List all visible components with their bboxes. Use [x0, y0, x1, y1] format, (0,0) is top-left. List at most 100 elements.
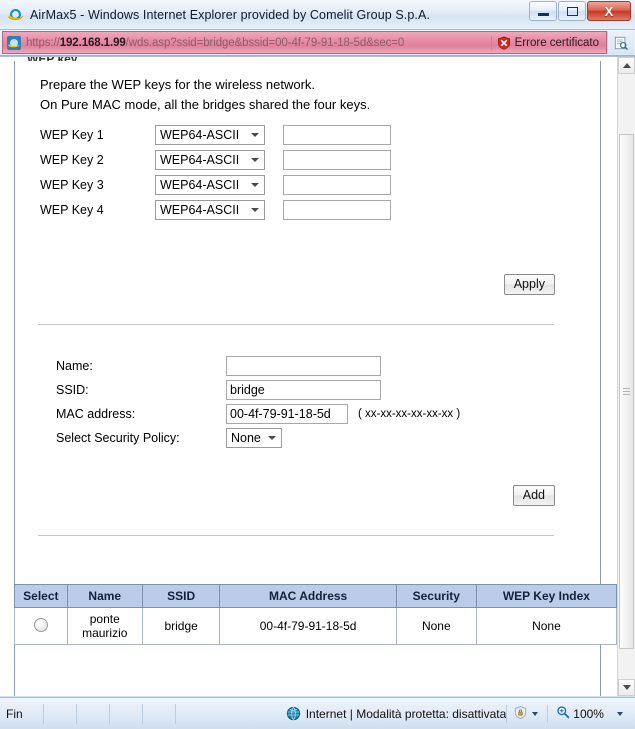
wep-key-3-label: WEP Key 3 — [40, 178, 104, 192]
scrollbar-track[interactable] — [618, 74, 635, 679]
security-policy-value: None — [231, 431, 261, 445]
ie-page-icon — [6, 35, 22, 51]
window-controls: X — [528, 1, 631, 21]
column-header-wep-key-index: WEP Key Index — [475, 584, 617, 608]
row-ssid: bridge — [141, 607, 221, 645]
intro-text: Prepare the WEP keys for the wireless ne… — [40, 75, 370, 115]
wep-key-1-input[interactable] — [283, 125, 391, 145]
chevron-down-icon — [532, 711, 539, 716]
close-button[interactable]: X — [587, 1, 631, 21]
add-bridge-form: Name: SSID: bridge MAC address: 00-4f-79… — [56, 354, 460, 450]
security-zone-icon — [513, 705, 528, 723]
security-policy-select[interactable]: None — [226, 428, 282, 448]
zoom-control[interactable]: 100% — [547, 705, 627, 722]
mac-format-hint: ( xx-xx-xx-xx-xx-xx ) — [358, 408, 461, 420]
url-host: 192.168.1.99 — [59, 36, 126, 49]
column-header-name: Name — [66, 584, 143, 608]
window-title: AirMax5 - Windows Internet Explorer prov… — [30, 7, 431, 22]
divider-top — [38, 324, 554, 325]
chevron-down-icon — [616, 711, 623, 716]
page-search-icon[interactable] — [607, 31, 634, 54]
chevron-down-icon — [251, 208, 259, 212]
scroll-down-button[interactable] — [618, 679, 635, 696]
chevron-down-icon — [251, 158, 259, 162]
name-label: Name: — [56, 359, 93, 373]
ssid-row: SSID: bridge — [56, 378, 460, 402]
zoom-level-label: 100% — [573, 706, 604, 721]
security-policy-label: Select Security Policy: — [56, 431, 180, 445]
row-name: ponte maurizio — [66, 607, 143, 645]
row-mac-address: 00-4f-79-91-18-5d — [219, 607, 397, 645]
table-row: ponte maurizio bridge 00-4f-79-91-18-5d … — [14, 607, 617, 645]
wep-key-4-type-select[interactable]: WEP64-ASCII — [155, 200, 265, 220]
wep-key-4-label: WEP Key 4 — [40, 203, 104, 217]
status-spacer-4 — [143, 703, 176, 724]
wep-key-1-type-value: WEP64-ASCII — [160, 128, 240, 142]
ssid-label: SSID: — [56, 383, 89, 397]
table-header-row: Select Name SSID MAC Address Security WE… — [14, 584, 617, 608]
wep-key-row: WEP Key 1 WEP64-ASCII — [40, 123, 391, 147]
intro-line-1: Prepare the WEP keys for the wireless ne… — [40, 77, 316, 92]
minimize-icon — [537, 13, 549, 16]
wep-key-3-type-select[interactable]: WEP64-ASCII — [155, 175, 265, 195]
name-input[interactable] — [226, 356, 381, 376]
intro-line-2: On Pure MAC mode, all the bridges shared… — [40, 97, 371, 112]
zoom-magnifier-icon — [556, 705, 570, 722]
select-radio[interactable] — [33, 617, 48, 632]
status-spacer-2 — [77, 703, 110, 724]
wep-key-row: WEP Key 2 WEP64-ASCII — [40, 148, 391, 172]
security-zone-text: Internet | Modalità protetta: disattivat… — [305, 706, 507, 721]
url-path: /wds.asp?ssid=bridge&bssid=00-4f-79-91-1… — [125, 36, 405, 49]
divider-bottom — [38, 535, 554, 536]
address-url: https://192.168.1.99/wds.asp?ssid=bridge… — [26, 37, 491, 49]
row-security: None — [395, 607, 477, 645]
address-input[interactable]: https://192.168.1.99/wds.asp?ssid=bridge… — [2, 31, 607, 54]
wep-key-1-label: WEP Key 1 — [40, 128, 104, 142]
wep-key-rows: WEP Key 1 WEP64-ASCII WEP Key 2 WEP64-AS… — [40, 123, 391, 223]
scrollbar-thumb[interactable] — [619, 134, 634, 649]
certificate-error-button[interactable]: Errore certificato — [490, 35, 606, 50]
url-scheme: https:// — [26, 36, 60, 49]
maximize-icon — [566, 6, 578, 16]
ssid-input[interactable]: bridge — [226, 380, 381, 400]
wep-key-legend: WEP key — [23, 57, 82, 61]
chevron-down-icon — [251, 133, 259, 137]
grip-icon — [623, 388, 630, 395]
mac-address-label: MAC address: — [56, 407, 136, 421]
row-select-cell[interactable] — [14, 607, 68, 645]
status-spacer-1 — [44, 703, 77, 724]
wep-key-2-type-value: WEP64-ASCII — [160, 153, 240, 167]
chevron-up-icon — [622, 63, 631, 68]
wep-key-2-input[interactable] — [283, 150, 391, 170]
column-header-select: Select — [14, 584, 68, 608]
wep-key-3-input[interactable] — [283, 175, 391, 195]
title-bar: AirMax5 - Windows Internet Explorer prov… — [0, 0, 635, 30]
scroll-up-button[interactable] — [618, 57, 635, 74]
wds-bridge-table: Select Name SSID MAC Address Security WE… — [14, 584, 617, 645]
mac-address-input[interactable]: 00-4f-79-91-18-5d — [226, 404, 348, 424]
address-bar: https://192.168.1.99/wds.asp?ssid=bridge… — [0, 30, 635, 56]
wep-key-row: WEP Key 4 WEP64-ASCII — [40, 198, 391, 222]
apply-button[interactable]: Apply — [503, 274, 555, 295]
wep-key-4-input[interactable] — [283, 200, 391, 220]
minimize-button[interactable] — [529, 1, 557, 21]
status-bar-right: 100% — [506, 704, 635, 723]
wep-key-2-type-select[interactable]: WEP64-ASCII — [155, 150, 265, 170]
row-wep-key-index: None — [475, 607, 617, 645]
status-spacer-3 — [110, 703, 143, 724]
name-row: Name: — [56, 354, 460, 378]
chevron-down-icon — [268, 436, 276, 440]
chevron-down-icon — [251, 183, 259, 187]
vertical-scrollbar[interactable] — [617, 57, 635, 696]
wep-key-1-type-select[interactable]: WEP64-ASCII — [155, 125, 265, 145]
mac-row: MAC address: 00-4f-79-91-18-5d ( xx-xx-x… — [56, 402, 460, 426]
protected-mode-button[interactable] — [506, 704, 544, 723]
security-policy-row: Select Security Policy: None — [56, 426, 460, 450]
browser-window: AirMax5 - Windows Internet Explorer prov… — [0, 0, 635, 729]
maximize-button[interactable] — [558, 1, 586, 21]
security-zone-indicator[interactable]: Internet | Modalità protetta: disattivat… — [176, 706, 507, 721]
column-header-ssid: SSID — [141, 584, 221, 608]
status-progress-text: Fin — [0, 703, 44, 724]
wep-key-2-label: WEP Key 2 — [40, 153, 104, 167]
add-button[interactable]: Add — [512, 485, 555, 506]
